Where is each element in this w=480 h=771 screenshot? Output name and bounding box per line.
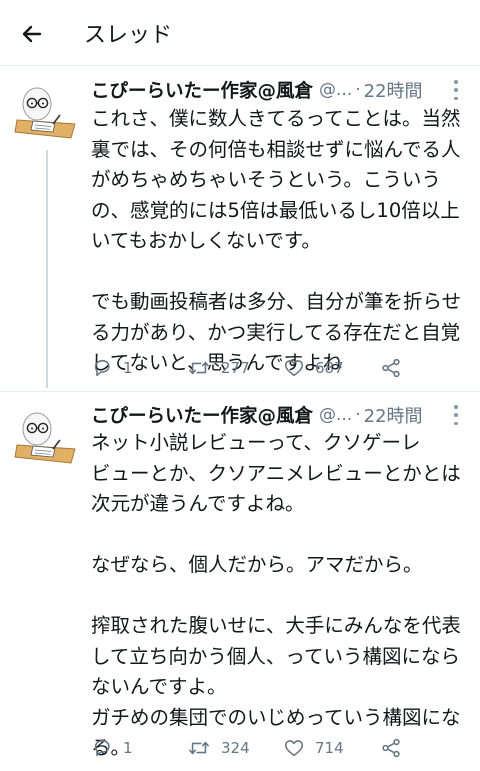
like-button[interactable]: 714 [283,736,344,760]
reply-icon [94,359,110,377]
tweet-header: こぴーらいたー作家@風倉 @... · 22時間 [91,77,423,103]
timestamp[interactable]: 22時間 [364,77,423,103]
tweet-line: なぜなら、個人だから。アマだから。 [91,553,423,576]
tweet-actions: 1 324 714 [91,736,421,760]
share-button[interactable] [380,736,402,760]
author-name[interactable]: こぴーらいたー作家@風倉 [91,77,313,103]
retweet-button[interactable]: 324 [187,736,250,760]
tweet-line: いてもおかしくないです。 [91,229,321,252]
tweet-line: ガチめの集団でのいじめっていう構図にな [91,705,461,729]
tweet-text: これさ、僕に数人きてるってことは。当然 裏では、その何倍も相談せずに悩んでる人 … [91,104,473,379]
more-options-icon[interactable] [452,405,460,425]
like-count: 714 [315,739,344,757]
tweet-line: 裏では、その何倍も相談せずに悩んでる人 [91,137,461,161]
tweet-line: がめちゃめちゃいそうという。こういう [91,168,441,191]
like-count: 687 [315,359,344,377]
tweet-line [91,581,473,612]
author-handle[interactable]: @... [319,405,352,425]
tweet-line: これさ、僕に数人きてるってことは。当然 [91,107,461,130]
avatar-illustration [13,80,79,146]
retweet-count: 324 [221,739,250,757]
tweet-line: ビューとか、クソアニメレビューとかとは [91,461,461,485]
avatar-illustration [13,405,79,471]
back-button[interactable] [18,20,46,48]
divider [0,391,480,392]
heart-icon [284,360,304,377]
retweet-count: 277 [221,359,250,377]
tweet-line: ないんですよ。 [91,675,227,698]
tweet-line: して立ち向かう個人、っていう構図になら [91,644,460,668]
timestamp[interactable]: 22時間 [364,402,423,428]
share-icon [382,738,400,758]
tweet-actions: 1 277 687 [91,356,421,380]
avatar[interactable] [13,405,79,471]
retweet-icon [189,361,209,375]
author-name[interactable]: こぴーらいたー作家@風倉 [91,402,313,428]
reply-count: 1 [123,739,133,757]
author-handle[interactable]: @... [319,80,352,100]
tweet-line: の、感覚的には5倍は最低いるし10倍以上 [91,198,460,222]
retweet-icon [189,741,209,755]
tweet-text: ネット小説レビューって、クソゲーレ ビューとか、クソアニメレビューとかとは 次元… [91,428,473,764]
top-bar: スレッド [0,0,480,66]
tweet-header: こぴーらいたー作家@風倉 @... · 22時間 [91,402,423,428]
like-button[interactable]: 687 [283,356,344,380]
tweet-line: 次元が違うんですよね。 [91,492,305,515]
reply-icon [94,739,110,757]
arrow-left-icon [22,25,42,43]
separator-dot: · [355,80,361,100]
reply-button[interactable]: 1 [91,736,133,760]
tweet-line: ネット小説レビューって、クソゲーレ [91,431,421,454]
retweet-button[interactable]: 277 [187,356,250,380]
tweet-line [91,520,473,551]
separator-dot: · [355,405,361,425]
heart-icon [284,740,304,757]
tweet-line: でも動画投稿者は多分、自分が筆を折らせ [91,290,462,313]
share-button[interactable] [380,356,402,380]
tweet-line: 搾取された腹いせに、大手にみんなを代表 [91,614,461,637]
reply-button[interactable]: 1 [91,356,133,380]
more-options-icon[interactable] [452,80,460,100]
thread-connector-line [46,150,48,388]
tweet-line [91,257,473,288]
tweet-line: る力があり、かつ実行してる存在だと自覚 [91,320,461,344]
avatar[interactable] [13,80,79,146]
reply-count: 1 [123,359,133,377]
share-icon [382,358,400,378]
page-title: スレッド [84,23,173,48]
